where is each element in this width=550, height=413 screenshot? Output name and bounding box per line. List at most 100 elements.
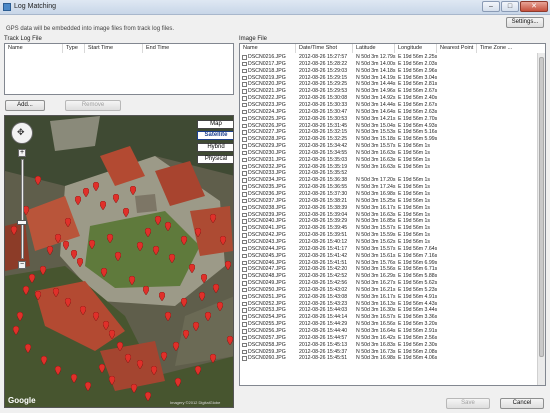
photo-marker-pin-icon[interactable] <box>201 274 207 283</box>
zoom-slider[interactable] <box>21 159 24 259</box>
row-checkbox[interactable] <box>242 205 247 211</box>
photo-marker-pin-icon[interactable] <box>165 312 171 321</box>
row-checkbox[interactable] <box>242 150 247 156</box>
row-checkbox[interactable] <box>242 287 247 293</box>
table-row[interactable]: DSCN0242.JPG 2012-08-26 15:39:51 N 50d 3m … <box>240 232 545 239</box>
photo-marker-pin-icon[interactable] <box>225 261 231 270</box>
scrollbar-thumb[interactable] <box>539 57 544 357</box>
row-checkbox[interactable] <box>242 198 247 204</box>
row-checkbox[interactable] <box>242 123 247 128</box>
photo-marker-pin-icon[interactable] <box>63 241 69 250</box>
photo-marker-pin-icon[interactable] <box>65 298 71 307</box>
photo-marker-pin-icon[interactable] <box>161 352 167 361</box>
row-checkbox[interactable] <box>242 274 247 279</box>
table-row[interactable]: DSCN0229.JPG 2012-08-26 15:34:42 N 50d 3m … <box>240 143 545 150</box>
settings-button[interactable]: Settings... <box>506 17 544 28</box>
photo-marker-pin-icon[interactable] <box>123 208 129 217</box>
photo-marker-pin-icon[interactable] <box>103 321 109 330</box>
column-header[interactable]: End Time <box>143 44 233 53</box>
row-checkbox[interactable] <box>242 335 247 341</box>
row-checkbox[interactable] <box>242 212 247 218</box>
photo-marker-pin-icon[interactable] <box>129 276 135 285</box>
map-type-physical[interactable]: Physical <box>197 155 233 164</box>
zoom-in-button[interactable]: + <box>18 149 26 157</box>
photo-marker-pin-icon[interactable] <box>99 364 105 373</box>
photo-marker-pin-icon[interactable] <box>159 292 165 301</box>
table-row[interactable]: DSCN0250.JPG 2012-08-26 15:43:02 N 50d 3m … <box>240 287 545 294</box>
row-checkbox[interactable] <box>242 68 247 74</box>
table-row[interactable]: DSCN0218.JPG 2012-08-26 15:29:03 N 50d 3m … <box>240 68 545 75</box>
photo-marker-pin-icon[interactable] <box>107 234 113 243</box>
row-checkbox[interactable] <box>242 192 247 197</box>
photo-marker-pin-icon[interactable] <box>11 226 17 235</box>
table-row[interactable]: DSCN0258.JPG 2012-08-26 15:45:13 N 50d 3m … <box>240 342 545 349</box>
photo-marker-pin-icon[interactable] <box>109 376 115 385</box>
table-row[interactable]: DSCN0244.JPG 2012-08-26 15:41:17 N 50d 3m … <box>240 246 545 253</box>
photo-marker-pin-icon[interactable] <box>115 252 121 261</box>
photo-marker-pin-icon[interactable] <box>175 378 181 387</box>
photo-marker-pin-icon[interactable] <box>89 240 95 249</box>
photo-marker-pin-icon[interactable] <box>137 242 143 251</box>
table-row[interactable]: DSCN0255.JPG 2012-08-26 15:44:29 N 50d 3m … <box>240 321 545 328</box>
row-checkbox[interactable] <box>242 178 247 183</box>
row-checkbox[interactable] <box>242 322 247 327</box>
photo-marker-pin-icon[interactable] <box>227 336 233 345</box>
table-row[interactable]: DSCN0257.JPG 2012-08-26 15:44:57 N 50d 3m … <box>240 335 545 342</box>
photo-marker-pin-icon[interactable] <box>80 306 86 315</box>
row-checkbox[interactable] <box>242 239 247 245</box>
row-checkbox[interactable] <box>242 253 247 259</box>
photo-marker-pin-icon[interactable] <box>101 268 107 277</box>
row-checkbox[interactable] <box>242 356 247 361</box>
row-checkbox[interactable] <box>242 233 247 238</box>
photo-marker-pin-icon[interactable] <box>189 264 195 273</box>
table-row[interactable]: DSCN0248.JPG 2012-08-26 15:42:52 N 50d 3m … <box>240 273 545 280</box>
row-checkbox[interactable] <box>242 219 247 224</box>
photo-marker-pin-icon[interactable] <box>41 356 47 365</box>
photo-marker-pin-icon[interactable] <box>40 266 46 275</box>
photo-marker-pin-icon[interactable] <box>125 354 131 363</box>
row-checkbox[interactable] <box>242 137 247 142</box>
photo-marker-pin-icon[interactable] <box>210 354 216 363</box>
photo-marker-pin-icon[interactable] <box>165 222 171 231</box>
table-row[interactable]: DSCN0254.JPG 2012-08-26 15:44:14 N 50d 3m … <box>240 314 545 321</box>
row-checkbox[interactable] <box>242 75 247 81</box>
table-row[interactable]: DSCN0216.JPG 2012-08-26 15:27:57 N 50d 3m … <box>240 54 545 61</box>
column-header[interactable]: Time Zone ... <box>477 44 538 53</box>
maximize-button[interactable]: □ <box>501 1 519 12</box>
zoom-slider-handle[interactable] <box>17 220 27 225</box>
navigation-control[interactable]: ✥ <box>11 122 33 144</box>
table-row[interactable]: DSCN0238.JPG 2012-08-26 15:38:39 N 50d 3m … <box>240 205 545 212</box>
photo-marker-pin-icon[interactable] <box>205 312 211 321</box>
table-row[interactable]: DSCN0227.JPG 2012-08-26 15:32:15 N 50d 3m … <box>240 129 545 136</box>
photo-marker-pin-icon[interactable] <box>213 284 219 293</box>
photo-marker-pin-icon[interactable] <box>75 196 81 205</box>
table-row[interactable]: DSCN0223.JPG 2012-08-26 15:30:33 N 50d 3m … <box>240 102 545 109</box>
table-row[interactable]: DSCN0235.JPG 2012-08-26 15:36:55 N 50d 3m … <box>240 184 545 191</box>
photo-marker-pin-icon[interactable] <box>65 218 71 227</box>
photo-marker-pin-icon[interactable] <box>195 366 201 375</box>
add-button[interactable]: Add... <box>5 100 45 111</box>
row-checkbox[interactable] <box>242 315 247 320</box>
photo-marker-pin-icon[interactable] <box>83 188 89 197</box>
table-row[interactable]: DSCN0243.JPG 2012-08-26 15:40:12 N 50d 3m … <box>240 239 545 246</box>
row-checkbox[interactable] <box>242 281 247 286</box>
row-checkbox[interactable] <box>242 308 247 313</box>
row-checkbox[interactable] <box>242 55 247 60</box>
table-row[interactable]: DSCN0260.JPG 2012-08-26 15:45:51 N 50d 3m … <box>240 355 545 362</box>
column-header[interactable]: Name <box>240 44 296 53</box>
map-type-hybrid[interactable]: Hybrid <box>197 143 233 152</box>
row-checkbox[interactable] <box>242 82 247 87</box>
row-checkbox[interactable] <box>242 96 247 101</box>
photo-marker-pin-icon[interactable] <box>217 302 223 311</box>
photo-marker-pin-icon[interactable] <box>181 298 187 307</box>
table-row[interactable]: DSCN0237.JPG 2012-08-26 15:38:21 N 50d 3m … <box>240 198 545 205</box>
row-checkbox[interactable] <box>242 61 247 67</box>
row-checkbox[interactable] <box>242 185 247 190</box>
table-row[interactable]: DSCN0222.JPG 2012-08-26 15:30:08 N 50d 3m … <box>240 95 545 102</box>
photo-marker-pin-icon[interactable] <box>155 216 161 225</box>
row-checkbox[interactable] <box>242 102 247 108</box>
row-checkbox[interactable] <box>242 260 247 265</box>
table-row[interactable]: DSCN0240.JPG 2012-08-26 15:39:29 N 50d 3m … <box>240 218 545 225</box>
photo-marker-pin-icon[interactable] <box>29 274 35 283</box>
photo-marker-pin-icon[interactable] <box>85 382 91 391</box>
